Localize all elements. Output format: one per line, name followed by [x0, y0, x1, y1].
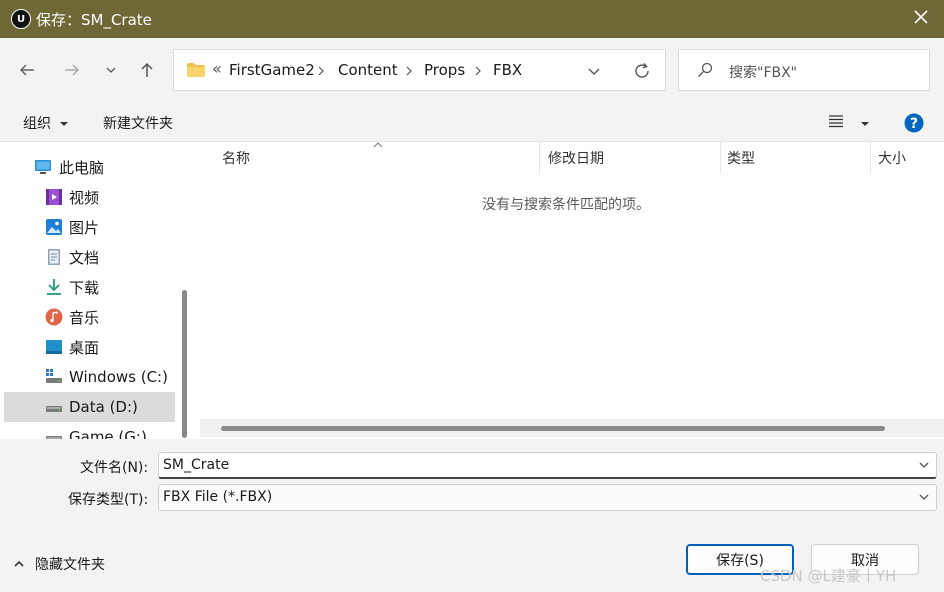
sidebar-item-label: 下载 [69, 278, 100, 297]
sidebar-item-data-d[interactable]: Data (D:) [4, 392, 175, 422]
svg-text:?: ? [910, 116, 918, 132]
back-button[interactable] [13, 56, 41, 84]
chevron-right-icon[interactable] [474, 65, 482, 77]
save-form: 文件名(N): SM_Crate 保存类型(T): FBX File (*.FB… [0, 439, 944, 592]
breadcrumb-fbx[interactable]: FBX [493, 61, 522, 79]
drive-icon [46, 436, 62, 439]
chevron-down-icon[interactable] [918, 459, 930, 471]
sidebar-item-label: 文档 [69, 248, 100, 267]
sidebar-item-label: 音乐 [69, 308, 100, 327]
column-divider[interactable] [720, 142, 721, 174]
caret-down-icon [861, 122, 870, 126]
sidebar-item-label: Game (G:) [69, 428, 147, 439]
search-box[interactable]: 搜索"FBX" [678, 49, 930, 91]
breadcrumb-content[interactable]: Content [338, 61, 398, 79]
file-list: 名称 修改日期 类型 大小 没有与搜索条件匹配的项。 [195, 142, 944, 439]
column-header-size[interactable]: 大小 [878, 142, 906, 174]
video-icon [46, 189, 62, 205]
sidebar-scrollbar[interactable] [182, 290, 187, 438]
sidebar-item-label: 图片 [69, 218, 100, 237]
search-placeholder: 搜索"FBX" [729, 65, 798, 81]
search-icon [698, 62, 713, 77]
computer-icon [35, 160, 51, 174]
column-divider[interactable] [870, 142, 871, 174]
sidebar-item-videos[interactable]: 视频 [4, 182, 175, 212]
sort-ascending-icon [373, 142, 383, 148]
download-icon [47, 279, 61, 295]
hide-folders-label: 隐藏文件夹 [35, 557, 105, 573]
sidebar-item-windows-c[interactable]: Windows (C:) [4, 362, 175, 392]
chevron-down-icon[interactable] [586, 63, 602, 79]
new-folder-button[interactable]: 新建文件夹 [103, 113, 173, 133]
chevron-down-icon [919, 494, 929, 500]
column-divider[interactable] [539, 142, 540, 174]
sidebar-item-downloads[interactable]: 下载 [4, 272, 175, 302]
title-bar: U 保存：SM_Crate [0, 0, 944, 38]
address-bar[interactable]: « FirstGame2 Content Props FBX [173, 49, 666, 91]
up-button[interactable] [133, 56, 161, 84]
folder-icon [187, 63, 205, 77]
sidebar-item-game-g[interactable]: Game (G:) [4, 422, 175, 439]
sidebar-item-desktop[interactable]: 桌面 [4, 332, 175, 362]
caret-down-icon [60, 122, 69, 126]
windows-drive-icon [46, 369, 62, 383]
filename-label: 文件名(N): [80, 460, 149, 476]
arrow-up-icon [141, 62, 153, 77]
column-header-date-modified[interactable]: 修改日期 [548, 142, 604, 174]
recent-locations-button[interactable] [97, 56, 125, 84]
chevron-up-icon [14, 560, 24, 567]
filename-field[interactable]: SM_Crate [158, 452, 937, 479]
refresh-icon[interactable] [632, 61, 652, 81]
sidebar-item-documents[interactable]: 文档 [4, 242, 175, 272]
list-view-icon [829, 115, 843, 128]
unreal-logo-icon: U [11, 9, 31, 29]
music-icon [45, 308, 63, 326]
horizontal-scrollbar-thumb[interactable] [221, 426, 885, 431]
arrow-right-icon [65, 64, 80, 76]
empty-message: 没有与搜索条件匹配的项。 [482, 197, 650, 213]
filetype-label: 保存类型(T): [68, 492, 149, 508]
organize-label: 组织 [23, 116, 51, 132]
overflow-chevron[interactable]: « [212, 59, 222, 78]
breadcrumb-props[interactable]: Props [424, 61, 465, 79]
filetype-value: FBX File (*.FBX) [163, 489, 273, 505]
arrow-left-icon [19, 64, 34, 76]
sidebar-item-label: Data (D:) [69, 398, 138, 416]
sidebar-item-music[interactable]: 音乐 [4, 302, 175, 332]
column-header-type[interactable]: 类型 [727, 142, 755, 174]
help-icon[interactable]: ? [904, 113, 924, 133]
chevron-right-icon[interactable] [405, 65, 413, 77]
sidebar-item-label: 此电脑 [59, 158, 105, 177]
navigation-pane: 此电脑 视频 图片 文档 下载 音乐 桌面 Windows (C:) Data … [0, 142, 195, 439]
desktop-icon [46, 340, 62, 354]
sidebar-item-label: 桌面 [69, 338, 100, 357]
documents-icon [48, 249, 60, 265]
breadcrumb-firstgame2[interactable]: FirstGame2 [229, 61, 315, 79]
drive-icon [46, 406, 62, 412]
organize-button[interactable]: 组织 [23, 113, 69, 133]
chevron-down-icon [106, 67, 116, 73]
filetype-select[interactable]: FBX File (*.FBX) [158, 484, 937, 511]
window-title: 保存：SM_Crate [36, 11, 152, 29]
sidebar-item-this-pc[interactable]: 此电脑 [4, 152, 175, 182]
sidebar-item-label: Windows (C:) [69, 368, 168, 386]
forward-button[interactable] [58, 56, 86, 84]
sidebar-item-label: 视频 [69, 188, 100, 207]
filename-value: SM_Crate [163, 457, 230, 473]
hide-folders-toggle[interactable]: 隐藏文件夹 [13, 554, 105, 574]
close-icon[interactable] [912, 8, 930, 26]
sidebar-item-pictures[interactable]: 图片 [4, 212, 175, 242]
column-header-name[interactable]: 名称 [222, 142, 250, 174]
watermark: CSDN @L建豪丨YH [760, 567, 897, 585]
view-options-button[interactable] [828, 114, 870, 132]
chevron-right-icon[interactable] [317, 65, 325, 77]
command-bar: 组织 新建文件夹 ? [0, 102, 944, 142]
pictures-icon [46, 219, 62, 235]
